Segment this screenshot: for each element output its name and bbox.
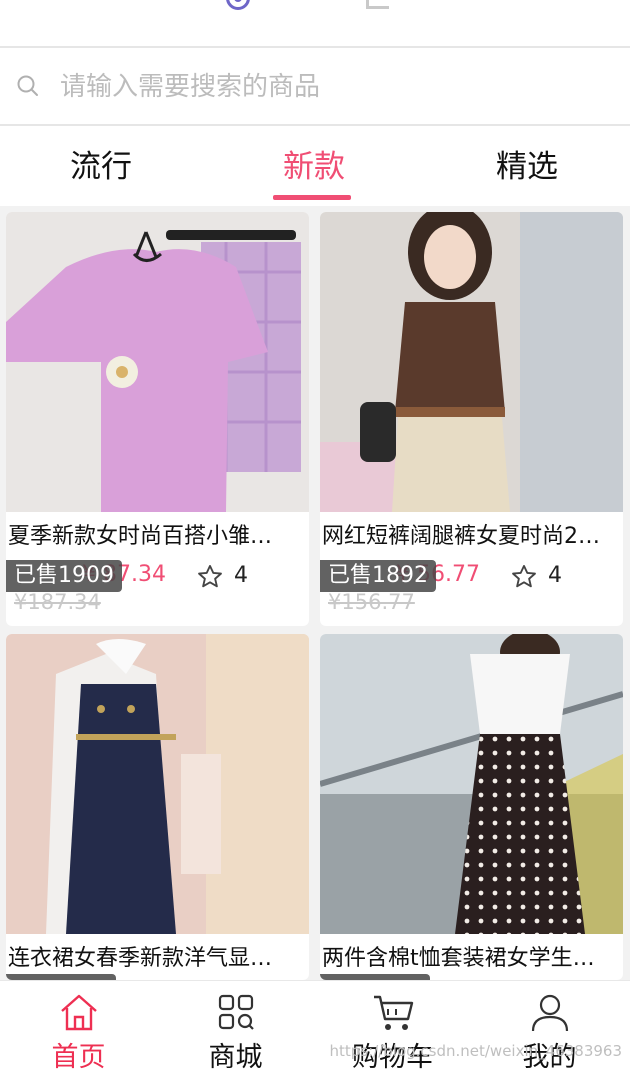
category-tabs: 流行 新款 精选 — [0, 126, 630, 206]
product-card[interactable]: 夏季新款女时尚百搭小雏… ¥ 87.34 已售1909 4 ¥187.34 — [6, 212, 309, 626]
tab-selected[interactable]: 精选 — [462, 146, 592, 192]
collect-count: 4 — [548, 563, 562, 588]
tab-new[interactable]: 新款 — [249, 146, 379, 200]
price-row: ¥ 87.34 已售1909 4 — [6, 560, 309, 594]
category-icon — [218, 994, 254, 1030]
product-photo-brown-top-shorts — [320, 212, 623, 512]
watermark: https://blog.csdn.net/weixin_46383963 — [329, 1042, 622, 1060]
tabbar-mall[interactable]: 商城 — [157, 981, 314, 1081]
product-image[interactable] — [320, 634, 623, 934]
star-icon[interactable] — [510, 563, 538, 591]
active-tab-indicator — [273, 195, 351, 200]
tabbar-cart[interactable]: 购物车 — [314, 981, 471, 1081]
product-card[interactable]: 连衣裙女春季新款洋气显… — [6, 634, 309, 980]
star-icon[interactable] — [196, 563, 224, 591]
product-title[interactable]: 夏季新款女时尚百搭小雏… — [8, 522, 306, 552]
user-icon — [531, 994, 569, 1032]
search-icon — [17, 75, 38, 96]
product-card[interactable]: 两件含棉t恤套装裙女学生… — [320, 634, 623, 980]
bottom-tabbar: 首页 商城 购物车 我的 — [0, 980, 630, 1081]
tabbar-label: 商城 — [208, 1042, 263, 1073]
tab-label: 精选 — [496, 149, 558, 185]
product-image[interactable] — [320, 212, 623, 512]
product-title[interactable]: 两件含棉t恤套装裙女学生… — [322, 944, 620, 974]
product-title[interactable]: 网红短裤阔腿裤女夏时尚2… — [322, 522, 620, 552]
product-title[interactable]: 连衣裙女春季新款洋气显… — [8, 944, 306, 974]
product-image[interactable] — [6, 212, 309, 512]
top-header — [0, 0, 630, 48]
tabbar-label: 首页 — [51, 1042, 106, 1073]
sold-badge: 已售1892 — [320, 560, 436, 592]
original-price: ¥156.77 — [328, 590, 415, 614]
tab-popular[interactable]: 流行 — [36, 146, 166, 192]
cart-icon — [374, 995, 414, 1030]
price-row: ¥ 56.77 已售1892 4 — [320, 560, 623, 594]
tab-label: 流行 — [70, 149, 132, 185]
product-image[interactable] — [6, 634, 309, 934]
header-icon — [366, 0, 389, 9]
product-grid: 夏季新款女时尚百搭小雏… ¥ 87.34 已售1909 4 ¥187.34 网红… — [0, 206, 630, 980]
search-bar — [0, 48, 630, 126]
product-photo-navy-dress — [6, 634, 309, 934]
tabbar-home[interactable]: 首页 — [0, 981, 157, 1081]
tab-label: 新款 — [283, 149, 345, 185]
product-card[interactable]: 网红短裤阔腿裤女夏时尚2… ¥ 56.77 已售1892 4 ¥156.77 — [320, 212, 623, 626]
collect-count: 4 — [234, 563, 248, 588]
tabbar-mine[interactable]: 我的 — [471, 981, 628, 1081]
product-photo-pink-tshirt — [6, 212, 309, 512]
sold-badge: 已售1909 — [6, 560, 122, 592]
search-input[interactable] — [58, 65, 602, 109]
home-icon — [61, 994, 97, 1031]
logo-icon — [226, 0, 250, 10]
product-photo-polka-skirt — [320, 634, 623, 934]
original-price: ¥187.34 — [14, 590, 101, 614]
